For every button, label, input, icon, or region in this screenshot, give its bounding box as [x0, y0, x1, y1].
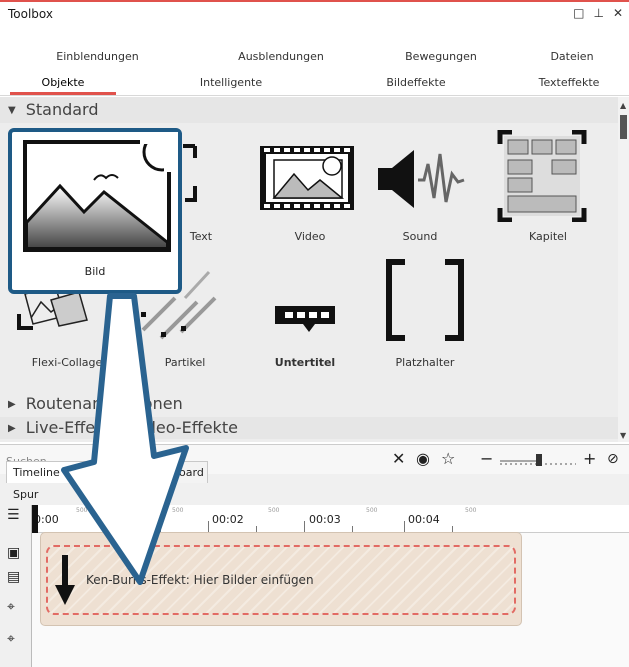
- tab-ausblendungen[interactable]: Ausblendungen: [195, 46, 367, 68]
- drop-arrow-icon: [55, 555, 75, 605]
- object-sound-label: Sound: [402, 230, 438, 243]
- sub-label: 500: [465, 507, 477, 514]
- object-flexi-collage-label: Flexi-Collage: [31, 356, 103, 369]
- chapter-icon: [497, 129, 587, 223]
- object-video-label: Video: [294, 230, 326, 243]
- scrollbar-thumb[interactable]: [620, 115, 627, 139]
- tab-storyboard[interactable]: Storyboard: [136, 461, 208, 483]
- tab-einblendungen[interactable]: Einblendungen: [0, 46, 195, 68]
- sub-label: 500: [76, 507, 88, 514]
- playhead[interactable]: [32, 505, 38, 535]
- subtitle-speech-icon: [275, 306, 335, 332]
- object-kapitel-label: Kapitel: [529, 230, 567, 243]
- placeholder-brackets-icon: [386, 259, 464, 341]
- pin-icon[interactable]: ⊥: [593, 6, 603, 20]
- timeline-tool-column: ☰ ▣ ▤ ⌖ ⌖: [0, 505, 32, 667]
- collapse-arrow-icon: ▼: [8, 105, 16, 116]
- tabs-second: Objekte Intelligente Vorlagen Bildeffekt…: [0, 70, 629, 115]
- window-title: Toolbox: [8, 7, 53, 21]
- scroll-down-icon[interactable]: ▼: [620, 431, 626, 440]
- ungroup-icon[interactable]: ▤: [7, 569, 20, 585]
- expand-arrow-icon: ▶: [8, 399, 16, 410]
- object-bild-label: Bild: [84, 265, 106, 278]
- tab-bewegungen[interactable]: Bewegungen: [367, 46, 515, 68]
- trim-end-icon[interactable]: ⌖: [7, 631, 15, 647]
- tab-texteffekte[interactable]: Texteffekte: [534, 70, 604, 95]
- tab-intelligente-vorlagen[interactable]: Intelligente Vorlagen: [176, 70, 286, 115]
- speaker-icon: [378, 150, 465, 208]
- scroll-up-icon[interactable]: ▲: [620, 101, 626, 110]
- section-standard-label: Standard: [25, 100, 99, 119]
- time-label-2: 00:02: [212, 513, 244, 526]
- object-platzhalter[interactable]: Platzhalter: [365, 258, 485, 383]
- section-routenanimationen[interactable]: ▶ Routenanimationen: [0, 393, 618, 415]
- tab-bildeffekte[interactable]: Bildeffekte: [376, 70, 456, 95]
- object-untertitel-label: Untertitel: [274, 356, 336, 369]
- tab-objekte[interactable]: Objekte: [10, 70, 116, 95]
- tabs-top: Einblendungen Ausblendungen Bewegungen D…: [0, 46, 629, 68]
- time-label-4: 00:04: [408, 513, 440, 526]
- time-label-3: 00:03: [309, 513, 341, 526]
- video-film-icon: [260, 146, 354, 210]
- trim-start-icon[interactable]: ⌖: [7, 599, 15, 615]
- section-live-label: Live-Effekte, Video-Effekte: [25, 418, 238, 437]
- section-standard[interactable]: ▼ Standard: [0, 97, 618, 123]
- section-routen-label: Routenanimationen: [25, 394, 183, 413]
- object-kapitel[interactable]: Kapitel: [488, 129, 608, 255]
- expand-arrow-icon: ▶: [8, 423, 16, 434]
- sub-label: 500: [268, 507, 280, 514]
- timeline-tabs: Timeline - Spur Storyboard: [0, 456, 629, 501]
- object-video[interactable]: Video: [250, 130, 370, 255]
- dropzone-text: Ken-Burns-Effekt: Hier Bilder einfügen: [86, 573, 314, 587]
- toolbox-titlebar: Toolbox □ ⊥ ✕: [0, 0, 629, 38]
- object-sound[interactable]: Sound: [360, 130, 480, 255]
- objects-scrollbar[interactable]: ▲ ▼: [618, 97, 629, 442]
- close-icon[interactable]: ✕: [613, 6, 623, 20]
- timeline-ruler: 0:00 00:02 00:03 00:04 500 500 500 500 5…: [32, 505, 629, 533]
- image-icon: [23, 132, 178, 252]
- snap-icon[interactable]: ☰: [7, 507, 20, 523]
- window-controls: □ ⊥ ✕: [573, 6, 623, 20]
- sub-label: 500: [172, 507, 184, 514]
- section-live-effekte[interactable]: ▶ Live-Effekte, Video-Effekte: [0, 417, 618, 439]
- tab-timeline[interactable]: Timeline - Spur: [6, 461, 102, 501]
- object-bild-selected[interactable]: Bild: [8, 128, 182, 294]
- sub-label: 500: [366, 507, 378, 514]
- object-partikel-label: Partikel: [164, 356, 206, 369]
- maximize-icon[interactable]: □: [573, 6, 584, 20]
- object-untertitel[interactable]: Untertitel: [245, 258, 365, 383]
- group-icon[interactable]: ▣: [7, 545, 20, 561]
- tab-dateien[interactable]: Dateien: [515, 46, 629, 68]
- object-platzhalter-label: Platzhalter: [395, 356, 455, 369]
- ken-burns-dropzone[interactable]: Ken-Burns-Effekt: Hier Bilder einfügen: [40, 532, 522, 626]
